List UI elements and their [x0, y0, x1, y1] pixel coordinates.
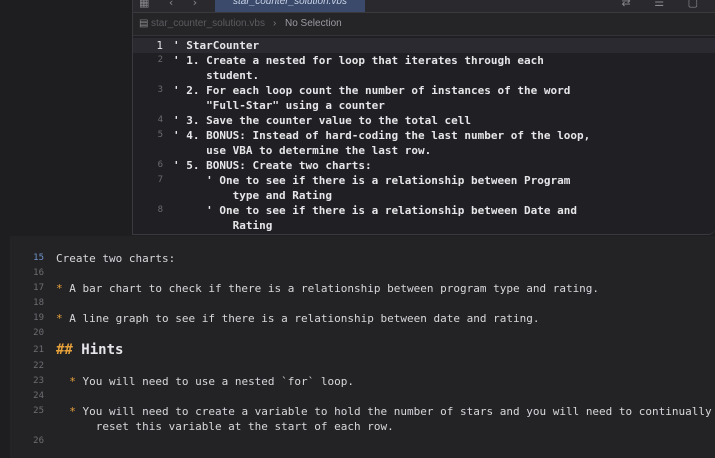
bullet-marker: *	[56, 282, 70, 295]
code-text: ' 5. BONUS: Create two charts:	[173, 159, 372, 172]
md-line[interactable]: 21 ## Hints	[10, 341, 715, 359]
heading-text: Hints	[81, 342, 124, 358]
bullet-text: You will need to use a nested `for` loop…	[82, 375, 355, 388]
md-bullet-item: * A line graph to see if there is a rela…	[56, 311, 539, 326]
code-line[interactable]: student.	[133, 68, 715, 83]
code-line[interactable]: 7 ' One to see if there is a relationshi…	[133, 173, 715, 188]
md-line[interactable]: reset this variable at the start of each…	[10, 419, 715, 434]
document-icon: ▤	[139, 18, 149, 29]
line-number: 5	[157, 130, 163, 140]
md-line[interactable]: 18	[10, 296, 715, 311]
md-bullet-item: * A bar chart to check if there is a rel…	[56, 281, 599, 296]
code-line[interactable]: Rating	[133, 218, 715, 233]
md-line[interactable]: 22	[10, 359, 715, 374]
code-editor-window: ▦ ‹ › star_counter_solution.vbs ⇄ ☰ ▢ ▤ …	[132, 0, 715, 235]
line-number: 8	[157, 205, 163, 215]
bullet-marker: *	[56, 312, 70, 325]
line-number: 19	[33, 313, 44, 323]
code-line[interactable]: 5 ' 4. BONUS: Instead of hard-coding the…	[133, 128, 715, 143]
line-number: 15	[33, 253, 44, 263]
md-line[interactable]: 19 * A line graph to see if there is a r…	[10, 311, 715, 326]
line-number: 23	[33, 376, 44, 386]
md-line[interactable]: 20	[10, 326, 715, 341]
editor-options-icons[interactable]: ⇄ ☰ ▢	[622, 0, 708, 9]
line-number: 1	[156, 39, 163, 52]
md-text: Create two charts:	[56, 252, 176, 265]
line-number: 21	[33, 345, 44, 355]
line-number: 2	[157, 55, 163, 65]
md-line[interactable]: 17 * A bar chart to check if there is a …	[10, 281, 715, 296]
line-number: 7	[157, 175, 163, 185]
code-line[interactable]: 8 ' One to see if there is a relationshi…	[133, 203, 715, 218]
line-number: 24	[33, 391, 44, 401]
md-line[interactable]: 23 * You will need to use a nested `for`…	[10, 374, 715, 389]
code-line[interactable]: 1 ' StarCounter	[133, 38, 715, 53]
md-bullet-item: * You will need to use a nested `for` lo…	[56, 374, 354, 389]
md-line[interactable]: 16	[10, 266, 715, 281]
code-text: "Full-Star" using a counter	[173, 99, 385, 112]
code-text: use VBA to determine the last row.	[173, 144, 432, 157]
code-text: student.	[173, 69, 260, 82]
line-number: 3	[157, 85, 163, 95]
code-text: ' 4. BONUS: Instead of hard-coding the l…	[173, 129, 591, 142]
code-line[interactable]: "Full-Star" using a counter	[133, 98, 715, 113]
bullet-marker: *	[56, 375, 83, 388]
code-line[interactable]: type and Rating	[133, 188, 715, 203]
line-number: 17	[33, 283, 44, 293]
heading-marker: ##	[56, 342, 82, 358]
code-text: ' StarCounter	[173, 39, 260, 52]
code-line[interactable]: 2 ' 1. Create a nested for loop that ite…	[133, 53, 715, 68]
bullet-text: You will need to create a variable to ho…	[82, 405, 712, 418]
code-text: ' 1. Create a nested for loop that itera…	[173, 54, 544, 67]
line-number: 6	[157, 160, 163, 170]
line-number: 26	[33, 436, 44, 446]
md-line[interactable]: 24	[10, 389, 715, 404]
md-bullet-item: * You will need to create a variable to …	[56, 404, 712, 419]
code-text: ' 3. Save the counter value to the total…	[173, 114, 472, 127]
navigator-icons[interactable]: ▦ ‹ ›	[139, 0, 205, 9]
code-text: ' 2. For each loop count the number of i…	[173, 84, 571, 97]
code-line[interactable]: 4 ' 3. Save the counter value to the tot…	[133, 113, 715, 128]
chevron-right-icon: ›	[273, 18, 277, 29]
line-number: 4	[157, 115, 163, 125]
code-line[interactable]: 6 ' 5. BONUS: Create two charts:	[133, 158, 715, 173]
line-number: 18	[33, 298, 44, 308]
code-line[interactable]: 3 ' 2. For each loop count the number of…	[133, 83, 715, 98]
bullet-marker: *	[56, 405, 83, 418]
md-line[interactable]: 25 * You will need to create a variable …	[10, 404, 715, 419]
bullet-text: A bar chart to check if there is a relat…	[69, 282, 600, 295]
md-text: reset this variable at the start of each…	[56, 420, 394, 433]
jumpbar-file[interactable]: star_counter_solution.vbs	[151, 13, 265, 35]
jump-bar: ▤ star_counter_solution.vbs › No Selecti…	[133, 13, 715, 36]
line-number: 20	[33, 328, 44, 338]
markdown-editor[interactable]: 15 Create two charts: 16 17 * A bar char…	[10, 236, 715, 458]
jumpbar-selection[interactable]: No Selection	[285, 13, 342, 35]
line-number: 22	[33, 361, 44, 371]
md-line[interactable]: 15 Create two charts:	[10, 251, 715, 266]
line-number: 16	[33, 268, 44, 278]
editor-toolbar: ▦ ‹ › star_counter_solution.vbs ⇄ ☰ ▢	[133, 0, 715, 13]
bullet-text: A line graph to see if there is a relati…	[69, 312, 540, 325]
code-text: Rating	[173, 219, 273, 232]
md-heading-hints: ## Hints	[56, 341, 123, 359]
tab-star-counter-solution[interactable]: star_counter_solution.vbs	[215, 0, 365, 12]
md-line[interactable]: 26	[10, 434, 715, 449]
code-text: ' One to see if there is a relationship …	[173, 204, 577, 217]
line-number: 25	[33, 406, 44, 416]
code-text: ' One to see if there is a relationship …	[173, 174, 571, 187]
code-text: type and Rating	[173, 189, 332, 202]
code-line[interactable]: use VBA to determine the last row.	[133, 143, 715, 158]
